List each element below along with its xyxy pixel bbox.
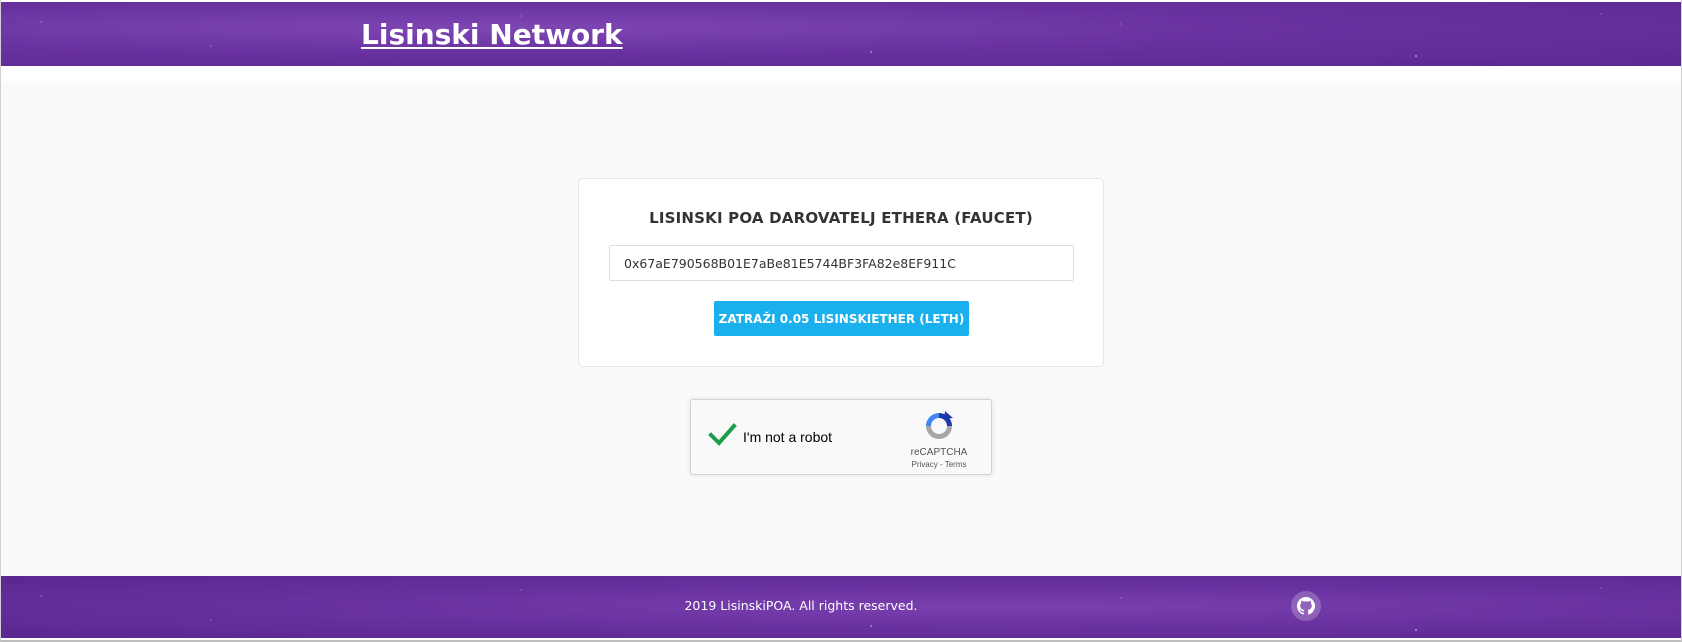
- site-title-link[interactable]: Lisinski Network: [361, 18, 623, 51]
- faucet-card: LISINSKI POA DAROVATELJ ETHERA (FAUCET) …: [578, 178, 1104, 367]
- recaptcha-logo-icon: [926, 411, 953, 439]
- header-bar: Lisinski Network: [1, 2, 1681, 66]
- request-ether-button[interactable]: ZATRAŽI 0.05 LISINSKIETHER (LETH): [714, 301, 969, 336]
- github-link[interactable]: [1291, 591, 1321, 621]
- wallet-address-input[interactable]: [609, 245, 1074, 281]
- faucet-title: LISINSKI POA DAROVATELJ ETHERA (FAUCET): [649, 209, 1033, 227]
- copyright-text: 2019 LisinskiPOA. All rights reserved.: [684, 598, 918, 613]
- footer-bar: 2019 LisinskiPOA. All rights reserved.: [1, 576, 1681, 638]
- recaptcha-label: I'm not a robot: [743, 429, 833, 445]
- github-icon: [1297, 597, 1315, 615]
- header-spacer: [1, 66, 1681, 81]
- main-content: LISINSKI POA DAROVATELJ ETHERA (FAUCET) …: [1, 81, 1681, 576]
- header-starfield: [1, 2, 1681, 66]
- recaptcha-brand: reCAPTCHA: [910, 447, 968, 458]
- recaptcha-widget: I'm not a robot reCAPTCHA Privacy - Term…: [690, 399, 992, 475]
- recaptcha-privacy-link[interactable]: Privacy: [912, 460, 938, 469]
- recaptcha-links: Privacy - Terms: [891, 460, 987, 469]
- checkmark-icon[interactable]: [707, 420, 737, 450]
- recaptcha-terms-link[interactable]: Terms: [945, 460, 967, 469]
- recaptcha-link-separator: -: [937, 460, 945, 469]
